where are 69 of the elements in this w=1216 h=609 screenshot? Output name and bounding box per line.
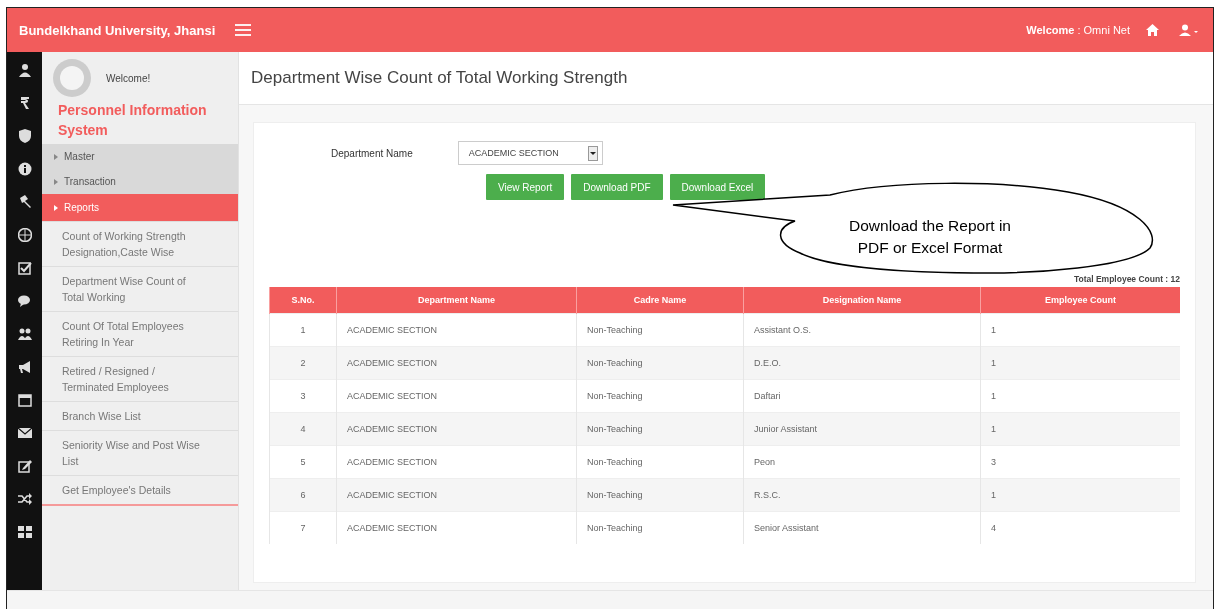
system-name: Personnel Information System: [57, 101, 208, 140]
caret-icon: [587, 145, 598, 161]
table-cell: Non-Teaching: [576, 511, 744, 544]
table-cell: 2: [269, 346, 337, 380]
welcome-text: Welcome : Omni Net: [1026, 24, 1130, 36]
field-label: Department Name: [331, 147, 413, 159]
submenu-item[interactable]: Branch Wise List: [42, 401, 238, 430]
site-title: Bundelkhand University, Jhansi: [19, 22, 216, 38]
table-cell: 6: [269, 478, 337, 512]
menu-icon[interactable]: [235, 24, 252, 36]
table-cell: Non-Teaching: [576, 346, 744, 380]
menu-item[interactable]: Reports: [42, 194, 238, 221]
table-cell: 1: [980, 478, 1180, 512]
page-title: Department Wise Count of Total Working Strength: [251, 68, 628, 88]
table-cell: 7: [269, 511, 337, 544]
submenu-item[interactable]: Retired / Resigned / Terminated Employees: [42, 356, 238, 401]
table-cell: Senior Assistant: [743, 511, 981, 544]
table-cell: 1: [980, 346, 1180, 380]
column-header: S.No.: [269, 287, 337, 314]
table-cell: R.S.C.: [743, 478, 981, 512]
menu-item[interactable]: Transaction: [42, 169, 238, 194]
submenu-item[interactable]: Count of Working Strength Designation,Caste Wise: [42, 221, 238, 266]
calendar-icon[interactable]: [17, 393, 32, 407]
chevron-icon: [54, 178, 58, 185]
shield-icon[interactable]: [17, 129, 32, 143]
table-cell: Non-Teaching: [576, 478, 744, 512]
chat-icon[interactable]: [17, 294, 32, 308]
welcome-label: Welcome!: [106, 72, 151, 84]
submenu-item[interactable]: Seniority Wise and Post Wise List: [42, 430, 238, 475]
grid-icon[interactable]: [17, 525, 32, 539]
globe-icon[interactable]: [17, 228, 32, 242]
group-icon[interactable]: [17, 327, 32, 341]
menu-item[interactable]: Master: [42, 144, 238, 169]
edit-icon[interactable]: [17, 459, 32, 473]
megaphone-icon[interactable]: [17, 360, 32, 374]
callout-text: Download the Report in PDF or Excel Format: [848, 216, 1012, 258]
home-icon[interactable]: [1146, 24, 1159, 36]
column-header: Employee Count: [980, 287, 1180, 314]
checkbox-icon[interactable]: [17, 261, 32, 275]
table-cell: Junior Assistant: [743, 412, 981, 446]
envelope-icon[interactable]: [17, 426, 32, 440]
table-cell: ACADEMIC SECTION: [336, 511, 577, 544]
action-button[interactable]: Download PDF: [571, 174, 663, 200]
table-cell: Non-Teaching: [576, 412, 744, 446]
user-icon[interactable]: [17, 63, 32, 77]
chevron-icon: [54, 153, 58, 160]
action-button[interactable]: View Report: [486, 174, 565, 200]
table-cell: 4: [980, 511, 1180, 544]
submenu-item[interactable]: Get Employee's Details: [42, 475, 238, 504]
table-cell: ACADEMIC SECTION: [336, 478, 577, 512]
table-cell: D.E.O.: [743, 346, 981, 380]
column-header: Cadre Name: [576, 287, 744, 314]
action-button[interactable]: Download Excel: [669, 174, 766, 200]
column-header: Designation Name: [743, 287, 981, 314]
submenu-item[interactable]: Department Wise Count of Total Working: [42, 266, 238, 311]
column-header: Department Name: [336, 287, 577, 314]
table-cell: 4: [269, 412, 337, 446]
chevron-icon: [54, 204, 58, 211]
table-cell: ACADEMIC SECTION: [336, 346, 577, 380]
user-menu-icon[interactable]: [1179, 24, 1199, 36]
shuffle-icon[interactable]: [17, 492, 32, 506]
submenu-item[interactable]: Count Of Total Employees Retiring In Year: [42, 311, 238, 356]
hammer-icon[interactable]: [17, 195, 32, 209]
table-cell: ACADEMIC SECTION: [336, 412, 577, 446]
table-cell: 1: [980, 412, 1180, 446]
info-icon[interactable]: [17, 162, 32, 176]
avatar-icon: [52, 58, 92, 98]
department-select[interactable]: ACADEMIC SECTION: [457, 141, 603, 165]
total-count: Total Employee Count : 12: [1073, 274, 1180, 284]
